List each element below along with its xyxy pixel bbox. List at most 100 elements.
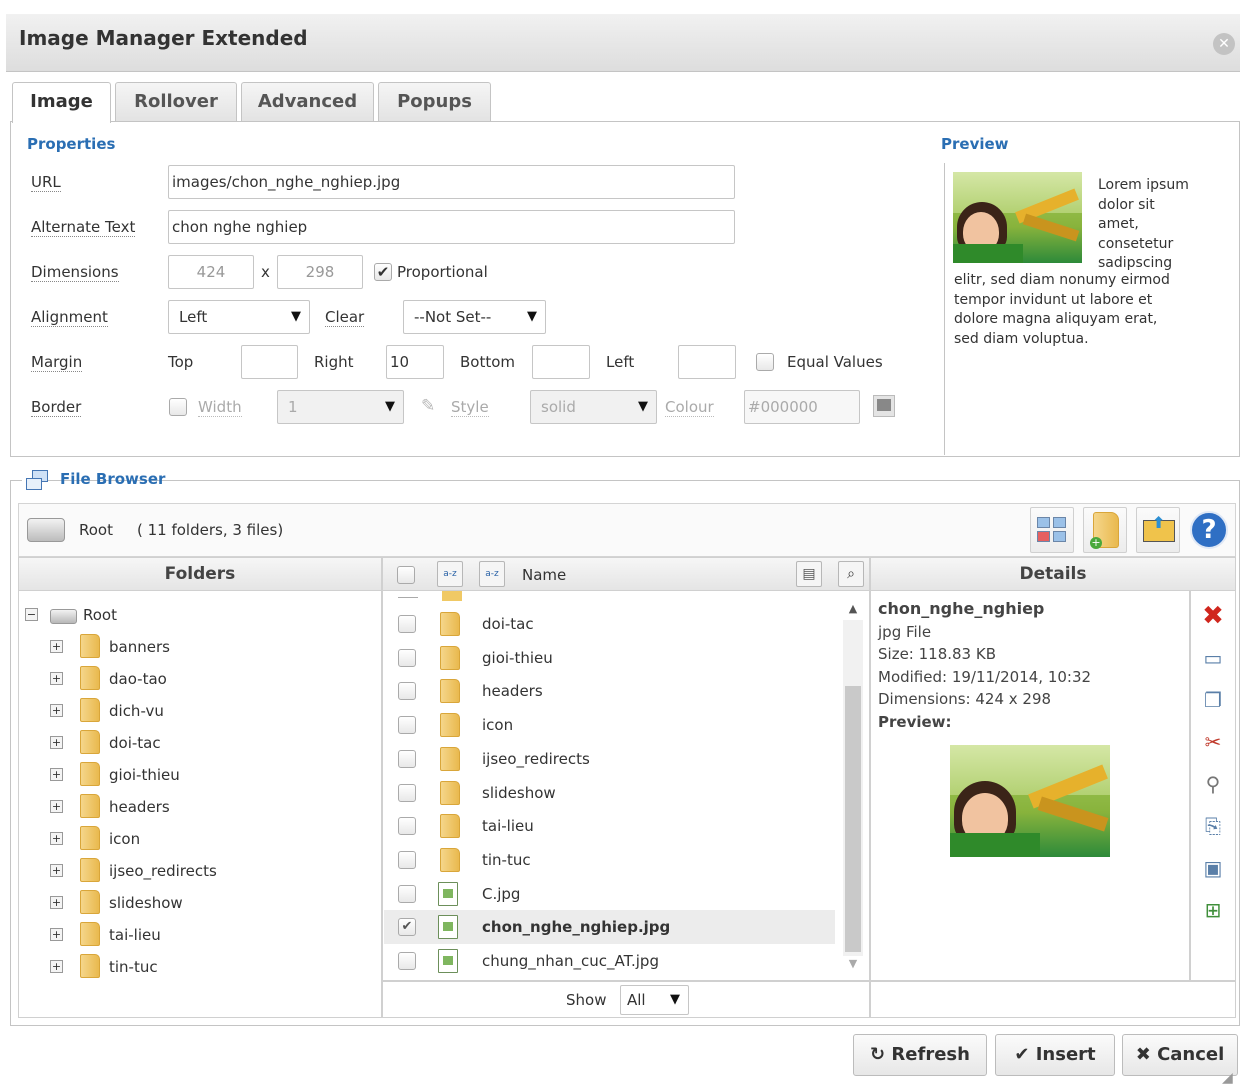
equal-values-checkbox[interactable]	[756, 353, 774, 371]
paste-button[interactable]: ⎘	[1195, 808, 1231, 844]
tree-folder-item[interactable]: + tai-lieu	[50, 920, 370, 952]
expand-icon[interactable]: +	[50, 736, 63, 749]
expand-icon[interactable]: +	[50, 640, 63, 653]
insert-label: Insert	[1035, 1044, 1096, 1065]
folder-list-item[interactable]: tin-tuc	[384, 843, 835, 877]
rename-button[interactable]: ▭	[1195, 640, 1231, 676]
folder-list-item[interactable]: icon	[384, 708, 835, 742]
border-checkbox[interactable]	[169, 398, 187, 416]
border-width-select[interactable]: 1 ▼	[277, 390, 404, 424]
tab-rollover[interactable]: Rollover	[115, 82, 237, 121]
tree-folder-item[interactable]: + dich-vu	[50, 696, 370, 728]
tree-folder-item[interactable]: + slideshow	[50, 888, 370, 920]
folder-list-item[interactable]: gioi-thieu	[384, 641, 835, 675]
expand-icon[interactable]: +	[50, 896, 63, 909]
folder-list-item[interactable]: tai-lieu	[384, 809, 835, 843]
chevron-down-icon: ▼	[638, 399, 648, 414]
file-list-item[interactable]: ✔ chon_nghe_nghiep.jpg	[384, 910, 835, 945]
scroll-up-icon[interactable]: ▲	[843, 596, 863, 622]
view-button[interactable]: ⚲	[1195, 766, 1231, 802]
clear-select[interactable]: --Not Set-- ▼	[403, 300, 546, 334]
expand-icon[interactable]: +	[50, 800, 63, 813]
cut-button[interactable]: ✂	[1195, 724, 1231, 760]
height-input[interactable]: 298	[277, 255, 363, 289]
row-checkbox[interactable]	[398, 648, 416, 667]
edit-image-button[interactable]: ▣	[1195, 850, 1231, 886]
copy-button[interactable]: ❐	[1195, 682, 1231, 718]
row-checkbox[interactable]	[398, 884, 416, 903]
tree-folder-item[interactable]: + icon	[50, 824, 370, 856]
file-list-item[interactable]: chung_nhan_cuc_AT.jpg	[384, 944, 835, 978]
border-style-select[interactable]: solid ▼	[530, 390, 657, 424]
expand-icon[interactable]: +	[50, 672, 63, 685]
sort-name-icon[interactable]: a-z	[479, 561, 505, 587]
folder-icon	[80, 890, 100, 914]
url-input[interactable]: images/chon_nghe_nghiep.jpg	[168, 165, 735, 199]
row-checkbox[interactable]	[398, 783, 416, 802]
show-select[interactable]: All ▼	[620, 985, 689, 1015]
select-all-checkbox[interactable]	[397, 566, 415, 584]
tree-folder-item[interactable]: + banners	[50, 632, 370, 664]
tab-popups[interactable]: Popups	[378, 82, 491, 121]
folder-list-item[interactable]: doi-tac	[384, 607, 835, 641]
view-mode-button[interactable]	[1030, 507, 1074, 553]
details-toggle-icon[interactable]: ▤	[796, 561, 822, 587]
color-picker-icon[interactable]	[873, 395, 895, 417]
refresh-button[interactable]: ↻ Refresh	[853, 1034, 987, 1076]
insert-button[interactable]: ✔ Insert	[995, 1034, 1115, 1076]
folder-list-item[interactable]: slideshow	[384, 776, 835, 810]
thumbnail-button[interactable]: ⊞	[1195, 892, 1231, 928]
margin-top-input[interactable]	[241, 345, 298, 379]
tree-folder-item[interactable]: + gioi-thieu	[50, 760, 370, 792]
alt-text-input[interactable]: chon nghe nghiep	[168, 210, 735, 244]
expand-icon[interactable]: +	[50, 960, 63, 973]
row-checkbox[interactable]	[398, 817, 416, 836]
alignment-select[interactable]: Left ▼	[168, 300, 310, 334]
tree-folder-item[interactable]: + doi-tac	[50, 728, 370, 760]
expand-icon[interactable]: +	[50, 704, 63, 717]
new-folder-button[interactable]: +	[1083, 507, 1127, 553]
tree-folder-item[interactable]: + tin-tuc	[50, 952, 370, 984]
dialog-titlebar[interactable]: Image Manager Extended	[6, 14, 1240, 72]
tree-folder-item[interactable]: + headers	[50, 792, 370, 824]
row-checkbox[interactable]	[398, 850, 416, 869]
upload-button[interactable]: ⬆	[1136, 507, 1180, 553]
tree-root[interactable]: − Root	[25, 600, 365, 632]
folder-list-item[interactable]: ijseo_redirects	[384, 742, 835, 776]
path-root[interactable]: Root	[79, 521, 113, 539]
cancel-button[interactable]: ✖ Cancel	[1122, 1034, 1238, 1076]
clear-label: Clear	[325, 308, 365, 327]
width-input[interactable]: 424	[168, 255, 254, 289]
expand-icon[interactable]: +	[50, 768, 63, 781]
close-button[interactable]: ✕	[1213, 33, 1235, 55]
file-list-item[interactable]: C.jpg	[384, 877, 835, 911]
expand-icon[interactable]: +	[50, 832, 63, 845]
row-checkbox[interactable]	[398, 682, 416, 701]
row-checkbox[interactable]	[398, 749, 416, 768]
help-button[interactable]: ?	[1190, 511, 1228, 549]
tab-advanced[interactable]: Advanced	[241, 82, 374, 121]
border-colour-input[interactable]: #000000	[744, 390, 860, 424]
row-checkbox[interactable]	[398, 952, 416, 970]
tree-folder-item[interactable]: + dao-tao	[50, 664, 370, 696]
row-checkbox[interactable]: ✔	[398, 918, 416, 937]
expand-icon[interactable]: +	[50, 928, 63, 941]
expand-icon[interactable]: +	[50, 864, 63, 877]
delete-button[interactable]: ✖	[1195, 598, 1231, 634]
scroll-down-icon[interactable]: ▼	[843, 952, 863, 976]
folder-list-item[interactable]: headers	[384, 674, 835, 708]
row-checkbox[interactable]	[398, 615, 416, 633]
proportional-checkbox[interactable]: ✔	[374, 263, 392, 281]
collapse-icon[interactable]: −	[25, 608, 38, 621]
tab-image[interactable]: Image	[12, 82, 111, 123]
name-column-header[interactable]: Name	[522, 566, 566, 584]
margin-right-input[interactable]: 10	[386, 345, 444, 379]
search-icon[interactable]: ⌕	[838, 561, 864, 587]
margin-bottom-input[interactable]	[532, 345, 590, 379]
resize-grip-icon[interactable]: ◢	[1222, 1070, 1238, 1086]
row-checkbox[interactable]	[398, 716, 416, 735]
tree-folder-item[interactable]: + ijseo_redirects	[50, 856, 370, 888]
sort-type-icon[interactable]: a-z	[437, 561, 463, 587]
margin-left-input[interactable]	[678, 345, 736, 379]
scroll-thumb[interactable]	[845, 686, 861, 952]
